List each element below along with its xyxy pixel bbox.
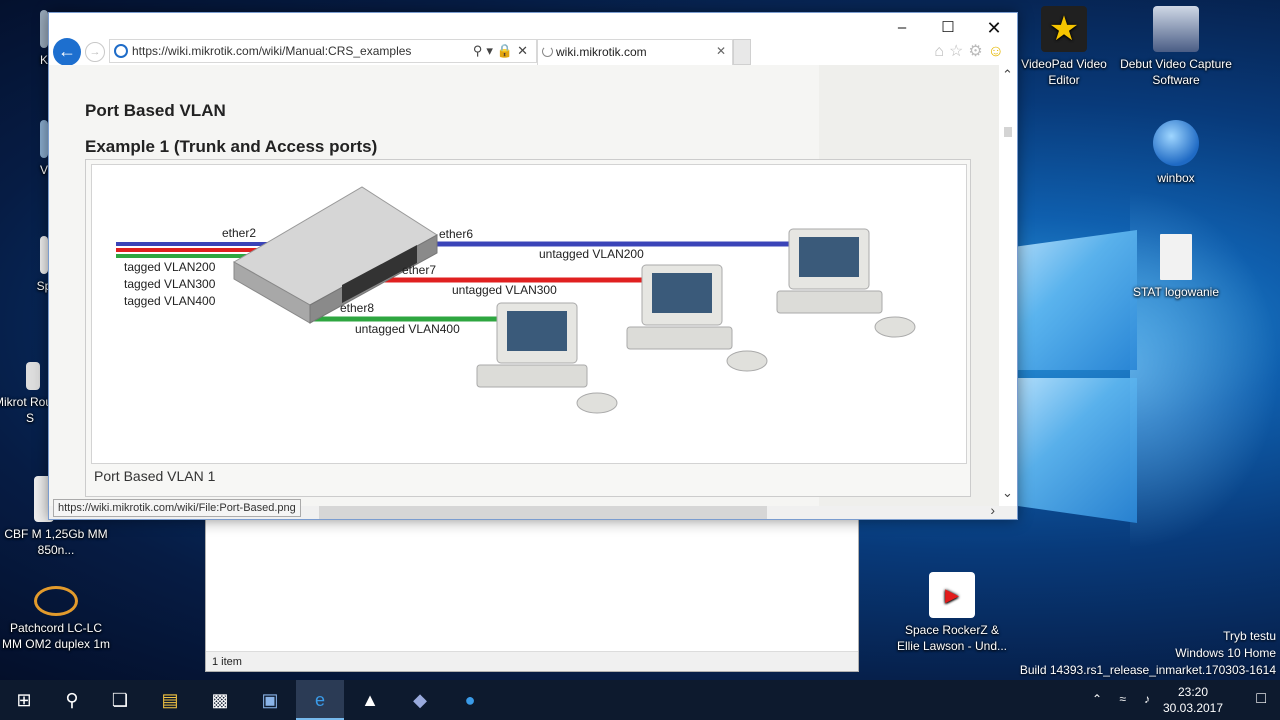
label-tagged300: tagged VLAN300: [124, 277, 216, 291]
desktop-icon-videopad[interactable]: ★ VideoPad Video Editor: [1008, 6, 1120, 88]
desktop-icon-patchcord[interactable]: Patchcord LC-LC MM OM2 duplex 1m: [0, 586, 112, 652]
browser-tab[interactable]: wiki.mikrotik.com ✕: [537, 39, 733, 65]
notification-icon[interactable]: □: [1256, 690, 1266, 708]
app-icon: [40, 120, 48, 158]
watermark-line: Tryb testu: [1223, 629, 1276, 643]
tab-title: wiki.mikrotik.com: [556, 45, 647, 59]
ie-favicon-icon: [114, 44, 128, 58]
file-explorer-icon[interactable]: ▤: [146, 680, 194, 720]
film-icon: [1153, 6, 1199, 52]
label-ether7: ether7: [402, 263, 436, 277]
clock-date: 30.03.2017: [1162, 701, 1224, 715]
address-bar[interactable]: https://wiki.mikrotik.com/wiki/Manual:CR…: [109, 39, 537, 63]
document-icon: [40, 236, 48, 274]
scroll-down-icon[interactable]: ⌄: [1002, 485, 1013, 501]
taskbar: ⊞ ⚲ ❏ ▤ ▩ ▣ e ▲ ◆ ● ⌃ ≈ ♪ 23:20 30.03.20…: [0, 680, 1280, 720]
browser-window[interactable]: – ☐ ✕ ← → https://wiki.mikrotik.com/wiki…: [48, 12, 1018, 520]
desktop-icon-label: STAT logowanie: [1132, 285, 1220, 299]
internet-explorer-icon[interactable]: e: [296, 680, 344, 720]
toolbar-icons: ⌂☆⚙☺: [934, 41, 1009, 61]
vertical-scrollbar[interactable]: ⌃ ⌄: [999, 65, 1017, 508]
desktop-icon-debut[interactable]: Debut Video Capture Software: [1120, 6, 1232, 88]
desktop-icon-stat[interactable]: STAT logowanie: [1120, 234, 1232, 300]
maximize-button[interactable]: ☐: [925, 13, 971, 43]
search-icon[interactable]: ⚲: [48, 680, 96, 720]
task-view-icon[interactable]: ❏: [96, 680, 144, 720]
smiley-feedback-icon[interactable]: ☺: [988, 43, 1009, 60]
diagram-image[interactable]: ether2 tagged VLAN200 tagged VLAN300 tag…: [91, 164, 967, 464]
desktop-icon-label: winbox: [1157, 171, 1195, 185]
figure-caption: Port Based VLAN 1: [94, 468, 216, 484]
hscroll-thumb[interactable]: [319, 506, 767, 519]
figure: ether2 tagged VLAN200 tagged VLAN300 tag…: [85, 159, 971, 497]
desktop-icon-winbox[interactable]: winbox: [1120, 120, 1232, 186]
scroll-thumb[interactable]: [1004, 127, 1012, 137]
minimize-button[interactable]: –: [879, 13, 925, 43]
start-button[interactable]: ⊞: [0, 680, 48, 720]
section-heading: Port Based VLAN: [85, 101, 226, 120]
page-content: Port Based VLAN Example 1 (Trunk and Acc…: [49, 65, 1017, 508]
label-tagged200: tagged VLAN200: [124, 260, 216, 274]
label-ether6: ether6: [439, 227, 473, 241]
desktop-icon-label: VideoPad Video Editor: [1021, 57, 1107, 87]
switch-device: [232, 186, 438, 324]
wifi-icon[interactable]: ≈: [1119, 692, 1126, 706]
home-icon[interactable]: ⌂: [934, 43, 949, 60]
label-tagged400: tagged VLAN400: [124, 294, 216, 308]
explorer-status: 1 item: [206, 651, 858, 671]
document-icon: [1160, 234, 1192, 280]
pc-icon: [626, 264, 768, 372]
forward-button[interactable]: →: [85, 42, 105, 62]
vlan-diagram: ether2 tagged VLAN200 tagged VLAN300 tag…: [116, 186, 916, 414]
app-icon: [40, 10, 48, 48]
watermark-line: Windows 10 Home: [1175, 646, 1276, 660]
photos-icon[interactable]: ▲: [346, 680, 394, 720]
address-url: https://wiki.mikrotik.com/wiki/Manual:CR…: [132, 44, 412, 58]
desktop-icon-label: CBF M 1,25Gb MM 850n...: [4, 527, 108, 557]
back-button[interactable]: ←: [53, 38, 81, 66]
title-bar: – ☐ ✕ ← → https://wiki.mikrotik.com/wiki…: [49, 13, 1017, 66]
clock-time: 23:20: [1177, 685, 1209, 699]
clock[interactable]: 23:20 30.03.2017: [1158, 684, 1228, 716]
example-heading: Example 1 (Trunk and Access ports): [85, 137, 378, 156]
pc-icon: [476, 302, 618, 414]
winbox-icon: [1153, 120, 1199, 166]
label-ether8: ether8: [340, 301, 374, 315]
watermark: Tryb testu Windows 10 Home Build 14393.r…: [1020, 628, 1276, 679]
youtube-icon: ▶: [929, 572, 975, 618]
chevron-up-icon[interactable]: ⌃: [1092, 692, 1102, 706]
label-untagged200: untagged VLAN200: [539, 247, 644, 261]
speaker-icon[interactable]: ♪: [1144, 692, 1150, 706]
explorer-window[interactable]: 1 item: [205, 505, 859, 672]
address-tools[interactable]: ⚲▾🔒✕: [473, 43, 532, 59]
winbox-taskbar-icon[interactable]: ●: [446, 680, 494, 720]
loading-icon: [542, 46, 553, 57]
gear-icon[interactable]: ⚙: [968, 43, 987, 60]
debut-taskbar-icon[interactable]: ▣: [246, 680, 294, 720]
star-icon: ★: [1041, 6, 1087, 52]
cable-icon: [34, 586, 78, 616]
app-taskbar-icon[interactable]: ◆: [396, 680, 444, 720]
tab-close-icon[interactable]: ✕: [716, 44, 726, 58]
status-url-tooltip: https://wiki.mikrotik.com/wiki/File:Port…: [53, 499, 301, 517]
desktop-icon-label: Patchcord LC-LC MM OM2 duplex 1m: [1, 621, 111, 651]
desktop-icon-label: Space RockerZ & Ellie Lawson - Und...: [896, 623, 1008, 653]
new-tab-button[interactable]: [733, 39, 751, 65]
pc-icon: [776, 228, 916, 338]
label-ether2: ether2: [222, 226, 256, 240]
vnc-icon[interactable]: ▩: [196, 680, 244, 720]
scroll-up-icon[interactable]: ⌃: [1002, 67, 1013, 83]
desktop-icon-space[interactable]: ▶ Space RockerZ & Ellie Lawson - Und...: [896, 572, 1008, 654]
router-icon: [26, 362, 40, 390]
favorites-star-icon[interactable]: ☆: [949, 43, 968, 60]
close-button[interactable]: ✕: [971, 13, 1017, 43]
label-untagged300: untagged VLAN300: [452, 283, 557, 297]
desktop-icon-label: Debut Video Capture Software: [1120, 57, 1232, 87]
label-untagged400: untagged VLAN400: [355, 322, 460, 336]
watermark-line: Build 14393.rs1_release_inmarket.170303-…: [1019, 663, 1276, 677]
scroll-right-icon[interactable]: ›: [990, 502, 995, 518]
